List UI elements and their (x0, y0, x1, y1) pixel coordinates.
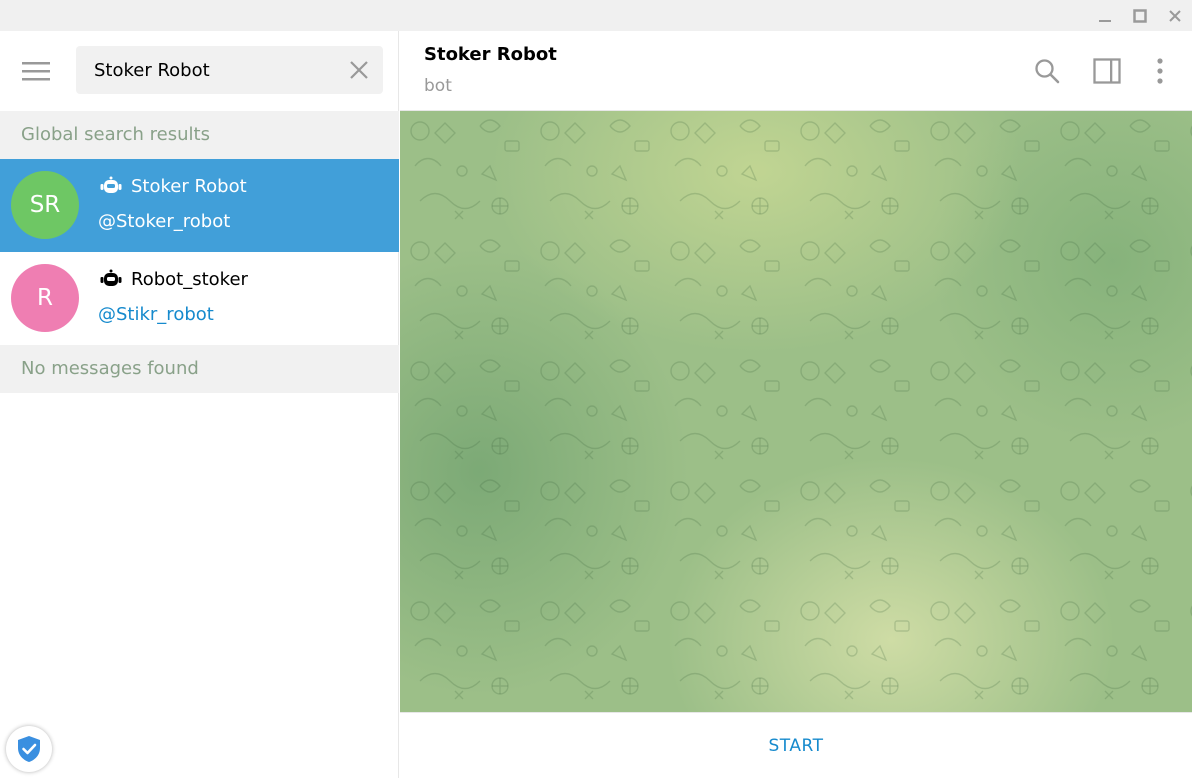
search-result-item[interactable]: R Robot_stoker @Stikr_robot (0, 252, 399, 345)
clear-search-button[interactable] (343, 54, 375, 86)
chat-panel: Stoker Robot bot START (400, 31, 1192, 778)
search-icon (1035, 59, 1060, 84)
close-window-button[interactable] (1160, 0, 1190, 31)
search-button[interactable] (1027, 51, 1067, 91)
shield-check-icon (18, 736, 40, 762)
sidebar-toggle-icon (1093, 58, 1121, 84)
hamburger-icon (22, 62, 50, 81)
no-messages-header: No messages found (0, 345, 399, 393)
search-input[interactable] (94, 46, 334, 94)
chat-header: Stoker Robot bot (400, 31, 1192, 111)
bot-icon (100, 269, 122, 286)
bottom-bar: START (400, 712, 1192, 778)
minimize-icon (1099, 19, 1111, 22)
close-icon (350, 61, 368, 79)
avatar: R (11, 264, 79, 332)
chat-background (400, 111, 1192, 712)
window-titlebar (0, 0, 1192, 31)
search-result-item[interactable]: SR Stoker Robot @Stoker_robot (0, 159, 399, 252)
passcode-shield-button[interactable] (6, 726, 52, 772)
result-name: Stoker Robot (131, 176, 247, 197)
result-name: Robot_stoker (131, 269, 248, 290)
bot-icon (100, 176, 122, 193)
search-box (76, 46, 383, 94)
result-username: @Stikr_robot (98, 304, 214, 325)
close-icon (1169, 9, 1181, 22)
chat-status: bot (424, 76, 452, 96)
minimize-button[interactable] (1090, 0, 1120, 31)
avatar: SR (11, 171, 79, 239)
maximize-button[interactable] (1125, 0, 1155, 31)
global-search-header: Global search results (0, 111, 399, 159)
maximize-icon (1133, 8, 1147, 23)
chat-title[interactable]: Stoker Robot (424, 42, 557, 68)
start-bot-button[interactable]: START (400, 713, 1192, 778)
more-vertical-icon (1157, 58, 1163, 84)
main-menu-button[interactable] (16, 53, 56, 89)
toggle-sidebar-button[interactable] (1087, 51, 1127, 91)
dialogs-panel: Global search results SR Stoker Robot @S… (0, 31, 399, 778)
more-options-button[interactable] (1140, 51, 1180, 91)
search-bar (0, 31, 399, 110)
result-username: @Stoker_robot (98, 211, 231, 232)
doodle-pattern (400, 111, 1192, 712)
